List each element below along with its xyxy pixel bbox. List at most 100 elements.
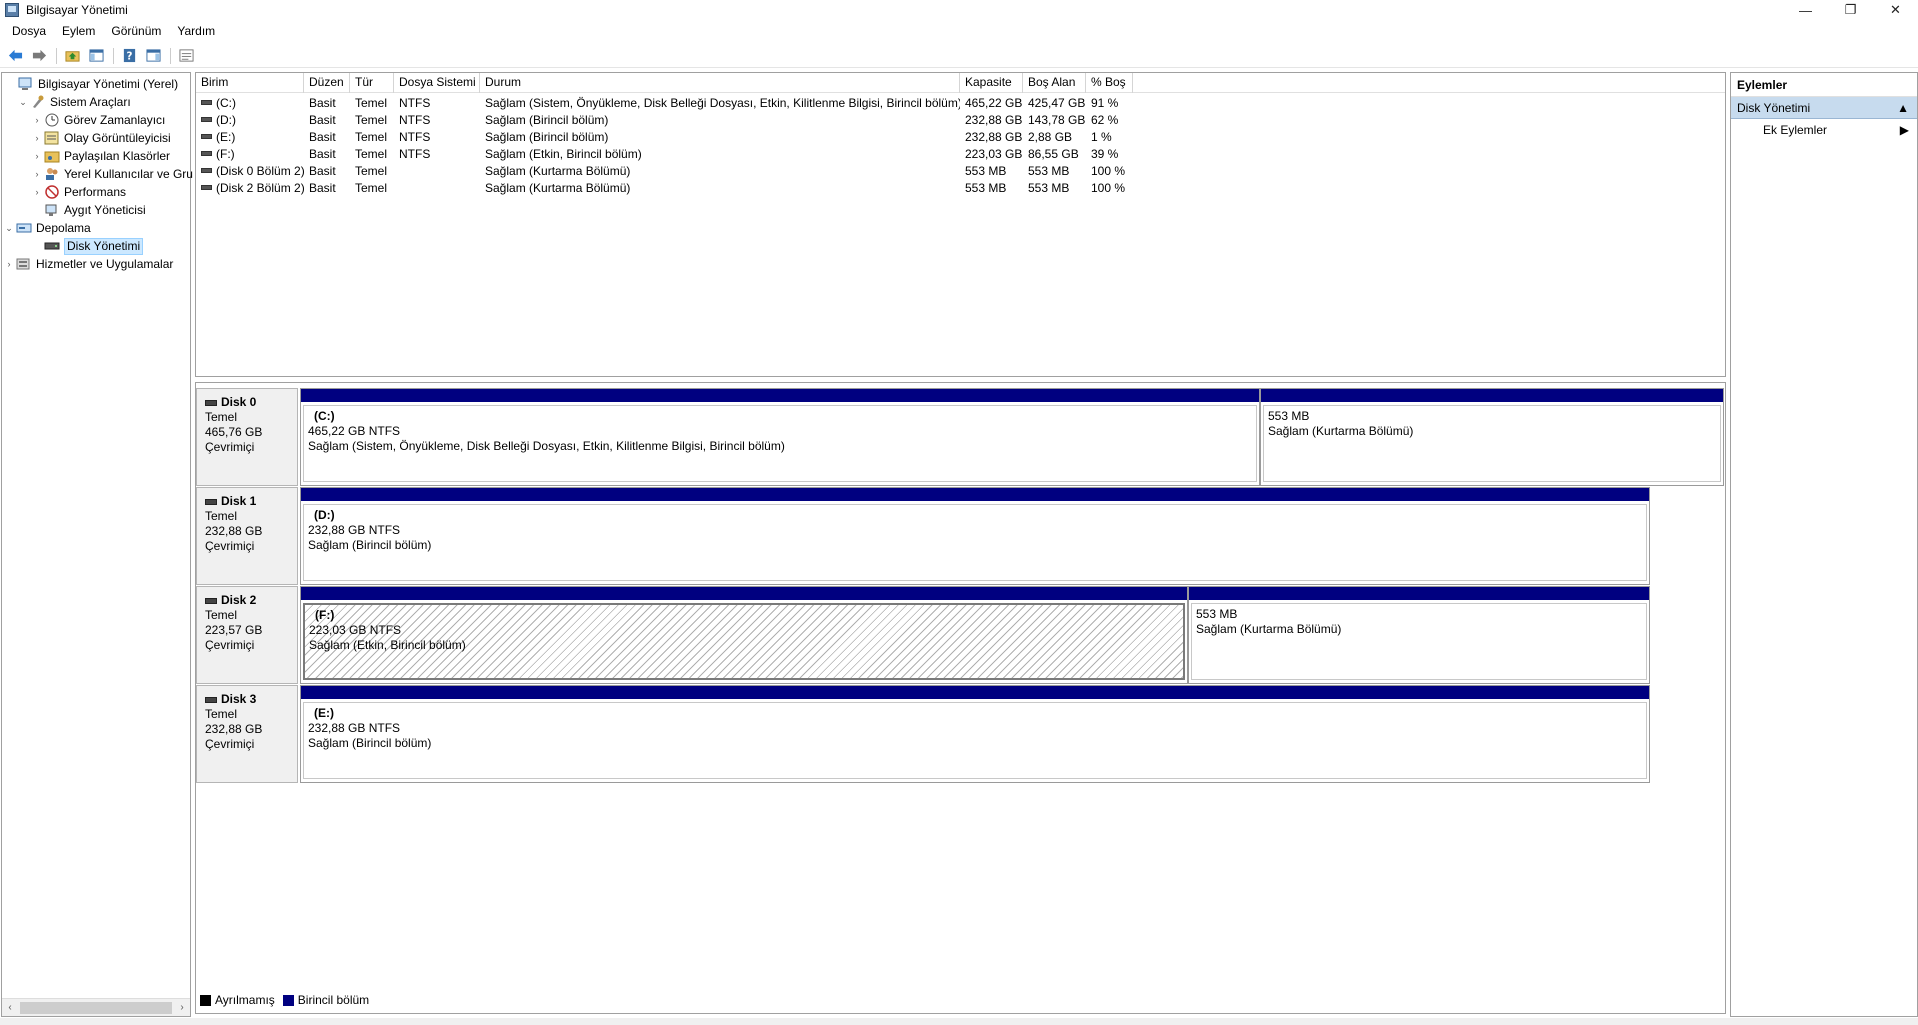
column-filesystem[interactable]: Dosya Sistemi <box>394 73 480 93</box>
tree-item-performance[interactable]: › Performans <box>30 183 127 201</box>
chevron-right-icon[interactable]: › <box>30 165 44 183</box>
forward-button[interactable] <box>28 46 50 66</box>
volume-row[interactable]: (D:) Basit Temel NTFS Sağlam (Birincil b… <box>196 112 1133 129</box>
disk-icon <box>205 597 217 604</box>
tree-item-shared-folders[interactable]: › Paylaşılan Klasörler <box>30 147 171 165</box>
partition-body: (D:) 232,88 GB NTFS Sağlam (Birincil böl… <box>303 504 1647 581</box>
chevron-right-icon[interactable]: › <box>2 255 16 273</box>
restore-button[interactable]: ❐ <box>1828 0 1873 20</box>
tree-item-services-apps[interactable]: › Hizmetler ve Uygulamalar <box>2 255 174 273</box>
column-free[interactable]: Boş Alan <box>1023 73 1086 93</box>
volume-capacity: 465,22 GB <box>965 96 1023 110</box>
disk-info[interactable]: Disk 0 Temel 465,76 GB Çevrimiçi <box>196 388 298 486</box>
partition-header <box>1261 389 1723 402</box>
disk-info[interactable]: Disk 2 Temel 223,57 GB Çevrimiçi <box>196 586 298 684</box>
volume-percent-free: 100 % <box>1091 164 1126 178</box>
partition-title: (C:) <box>314 409 335 423</box>
column-percent-free[interactable]: % Boş <box>1086 73 1133 93</box>
column-type[interactable]: Tür <box>350 73 394 93</box>
volume-row[interactable]: (E:) Basit Temel NTFS Sağlam (Birincil b… <box>196 129 1133 146</box>
chevron-down-icon[interactable]: ⌄ <box>2 219 16 237</box>
volume-free: 553 MB <box>1028 181 1070 195</box>
minimize-button[interactable]: — <box>1783 0 1828 20</box>
disk-map: Disk 0 Temel 465,76 GB Çevrimiçi (C:) 46… <box>195 382 1726 1014</box>
disk-size: 465,76 GB <box>205 425 263 439</box>
partition[interactable]: (C:) 465,22 GB NTFS Sağlam (Sistem, Önyü… <box>300 388 1260 486</box>
disk-info[interactable]: Disk 1 Temel 232,88 GB Çevrimiçi <box>196 487 298 585</box>
scroll-left-icon[interactable]: ‹ <box>2 1002 18 1013</box>
menu-view[interactable]: Görünüm <box>103 21 169 41</box>
column-status[interactable]: Durum <box>480 73 960 93</box>
disk-size: 232,88 GB <box>205 524 263 538</box>
tree-item-system-tools[interactable]: ⌄ Sistem Araçları <box>16 93 130 111</box>
volume-row[interactable]: (Disk 2 Bölüm 2) Basit Temel Sağlam (Kur… <box>196 180 1133 197</box>
actions-section-disk-management[interactable]: Disk Yönetimi ▲ <box>1731 97 1917 119</box>
disk-name: Disk 2 <box>221 593 257 607</box>
volume-name: (E:) <box>216 130 236 144</box>
up-level-button[interactable] <box>61 46 83 66</box>
disk-size: 232,88 GB <box>205 722 263 736</box>
show-hide-action-pane-button[interactable] <box>142 46 164 66</box>
volume-row[interactable]: (C:) Basit Temel NTFS Sağlam (Sistem, Ön… <box>196 95 1133 112</box>
tree-item-storage[interactable]: ⌄ Depolama <box>2 219 91 237</box>
disk-icon <box>205 498 217 505</box>
properties-button[interactable] <box>175 46 197 66</box>
volume-list-header: Birim Düzen Tür Dosya Sistemi Durum Kapa… <box>196 73 1725 93</box>
chevron-right-icon[interactable]: › <box>30 183 44 201</box>
volume-percent-free: 91 % <box>1091 96 1119 110</box>
scroll-thumb[interactable] <box>20 1001 172 1014</box>
menu-file[interactable]: Dosya <box>4 21 54 41</box>
close-button[interactable]: ✕ <box>1873 0 1918 20</box>
scroll-right-icon[interactable]: › <box>174 1002 190 1013</box>
volume-status: Sağlam (Birincil bölüm) <box>485 113 609 127</box>
action-more-actions[interactable]: Ek Eylemler ▶ <box>1731 119 1917 141</box>
chevron-right-icon[interactable]: › <box>30 111 44 129</box>
menu-help[interactable]: Yardım <box>169 21 223 41</box>
volume-row[interactable]: (F:) Basit Temel NTFS Sağlam (Etkin, Bir… <box>196 146 1133 163</box>
partition[interactable]: 553 MB Sağlam (Kurtarma Bölümü) <box>1188 586 1650 684</box>
disk-name: Disk 1 <box>221 494 257 508</box>
window-title: Bilgisayar Yönetimi <box>26 3 128 17</box>
disk-info[interactable]: Disk 3 Temel 232,88 GB Çevrimiçi <box>196 685 298 783</box>
tree-item-disk-management[interactable]: Disk Yönetimi <box>30 237 144 255</box>
menu-action[interactable]: Eylem <box>54 21 103 41</box>
volume-status: Sağlam (Etkin, Birincil bölüm) <box>485 147 642 161</box>
volume-row[interactable]: (Disk 0 Bölüm 2) Basit Temel Sağlam (Kur… <box>196 163 1133 180</box>
tree-label: Yerel Kullanıcılar ve Gru <box>64 167 193 181</box>
volume-capacity: 553 MB <box>965 181 1007 195</box>
volume-capacity: 553 MB <box>965 164 1007 178</box>
tree-label: Depolama <box>36 221 91 235</box>
disk-management-icon <box>44 242 60 250</box>
help-button[interactable]: ? <box>118 46 140 66</box>
partition-selected[interactable]: (F:) 223,03 GB NTFS Sağlam (Etkin, Birin… <box>300 586 1188 684</box>
clock-icon <box>45 113 59 127</box>
collapse-up-icon[interactable]: ▲ <box>1897 97 1909 118</box>
partition[interactable]: (D:) 232,88 GB NTFS Sağlam (Birincil böl… <box>300 487 1650 585</box>
volume-name: (D:) <box>216 113 236 127</box>
volume-free: 86,55 GB <box>1028 147 1079 161</box>
legend-unallocated-label: Ayrılmamış <box>215 993 275 1007</box>
chevron-down-icon[interactable]: ⌄ <box>16 93 30 111</box>
tree-item-computer-management[interactable]: Bilgisayar Yönetimi (Yerel) <box>4 75 178 93</box>
volume-layout: Basit <box>309 147 336 161</box>
tree-item-local-users[interactable]: › Yerel Kullanıcılar ve Gru <box>30 165 193 183</box>
tree-item-event-viewer[interactable]: › Olay Görüntüleyicisi <box>30 129 171 147</box>
column-volume[interactable]: Birim <box>196 73 304 93</box>
disk-kind: Temel <box>205 608 238 622</box>
tree-horizontal-scrollbar[interactable]: ‹ › <box>2 998 190 1016</box>
toolbar-separator <box>56 47 57 64</box>
chevron-right-icon[interactable]: › <box>30 147 44 165</box>
tree-item-task-scheduler[interactable]: › Görev Zamanlayıcı <box>30 111 166 129</box>
column-capacity[interactable]: Kapasite <box>960 73 1023 93</box>
back-button[interactable] <box>4 46 26 66</box>
partition[interactable]: (E:) 232,88 GB NTFS Sağlam (Birincil böl… <box>300 685 1650 783</box>
volume-layout: Basit <box>309 181 336 195</box>
disk-icon <box>205 696 217 703</box>
partition-body: (C:) 465,22 GB NTFS Sağlam (Sistem, Önyü… <box>303 405 1257 482</box>
tree-item-device-manager[interactable]: Aygıt Yöneticisi <box>30 201 146 219</box>
partition[interactable]: 553 MB Sağlam (Kurtarma Bölümü) <box>1260 388 1724 486</box>
chevron-right-icon[interactable]: › <box>30 129 44 147</box>
show-hide-tree-button[interactable] <box>85 46 107 66</box>
column-layout[interactable]: Düzen <box>304 73 350 93</box>
toolbar-separator <box>170 47 171 64</box>
